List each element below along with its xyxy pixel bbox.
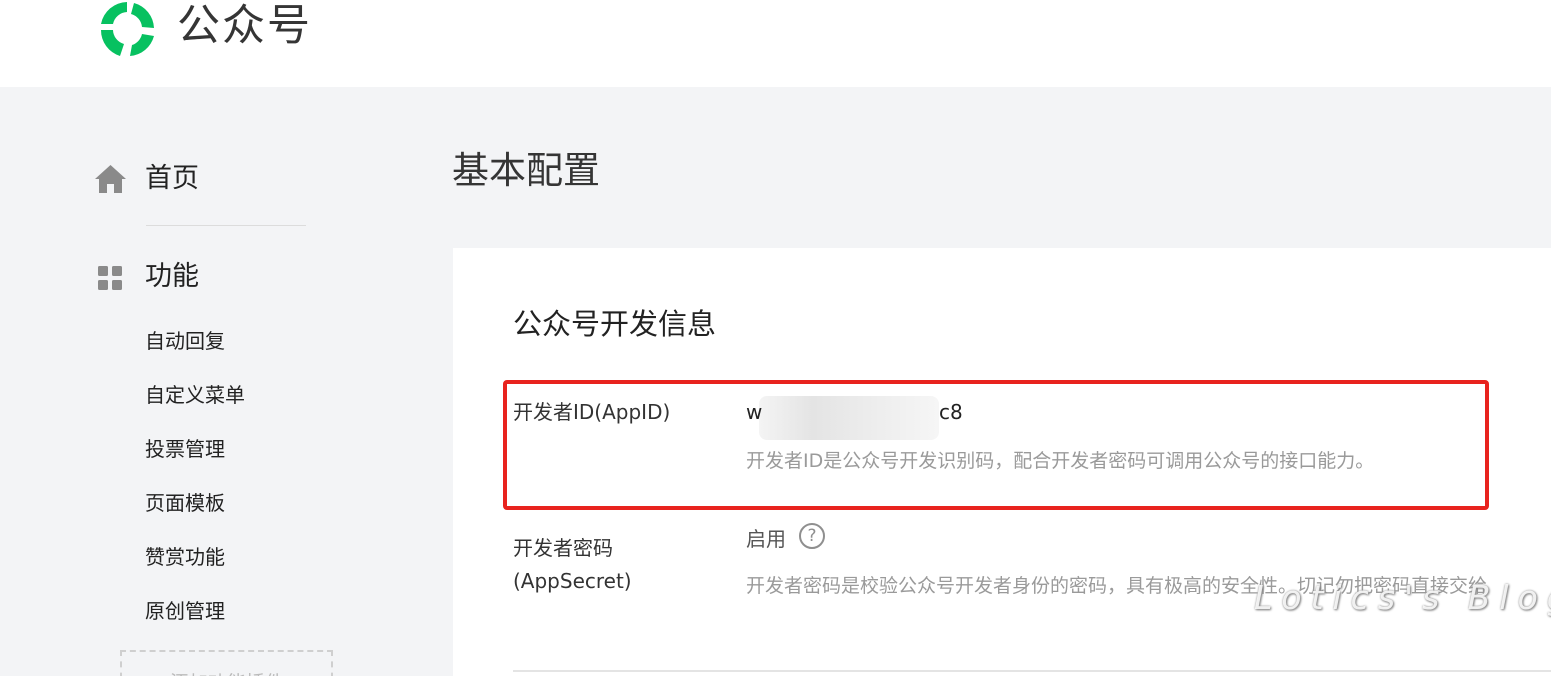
sidebar-features-label: 功能 [145,261,199,292]
appsecret-label-line2: (AppSecret) [513,569,632,593]
sidebar-item-original-management[interactable]: 原创管理 [145,593,245,647]
appid-description: 开发者ID是公众号开发识别码，配合开发者密码可调用公众号的接口能力。 [746,450,1375,472]
top-bar: 公众号 [0,0,1551,87]
home-icon [95,165,126,193]
sidebar-item-home[interactable]: 首页 [94,159,314,199]
help-icon[interactable]: ? [799,523,825,549]
brand-name[interactable]: 公众号 [177,0,312,52]
sidebar-home-label: 首页 [145,163,199,194]
appid-value-suffix: c8 [939,400,963,424]
sidebar-item-auto-reply[interactable]: 自动回复 [145,323,245,377]
sidebar-item-page-template[interactable]: 页面模板 [145,485,245,539]
sidebar-item-features[interactable]: 功能 [94,257,314,297]
appid-label: 开发者ID(AppID) [513,400,671,424]
appsecret-label-line1: 开发者密码 [513,536,613,560]
sidebar: 首页 功能 自动回复 自定义菜单 投票管理 页面模板 赞赏功能 原创管理 + 添… [0,87,430,676]
sidebar-item-custom-menu[interactable]: 自定义菜单 [145,377,245,431]
add-plugin-button[interactable]: + 添加功能插件 [120,650,333,676]
add-plugin-label: + 添加功能插件 [148,668,284,676]
redacted-appid-blur [759,396,939,440]
grid-icon [98,266,122,290]
section-title: 公众号开发信息 [513,307,717,341]
sidebar-submenu: 自动回复 自定义菜单 投票管理 页面模板 赞赏功能 原创管理 [145,323,245,647]
appid-value-prefix: w [746,400,763,424]
sidebar-divider [146,225,306,226]
card-divider [513,670,1551,672]
page-title: 基本配置 [452,149,600,192]
blog-watermark: Lotics's Blog [1254,578,1551,617]
sidebar-item-reward[interactable]: 赞赏功能 [145,539,245,593]
sidebar-item-vote-management[interactable]: 投票管理 [145,431,245,485]
appsecret-status: 启用 [746,527,786,551]
wechat-mp-logo-icon[interactable] [94,0,160,58]
